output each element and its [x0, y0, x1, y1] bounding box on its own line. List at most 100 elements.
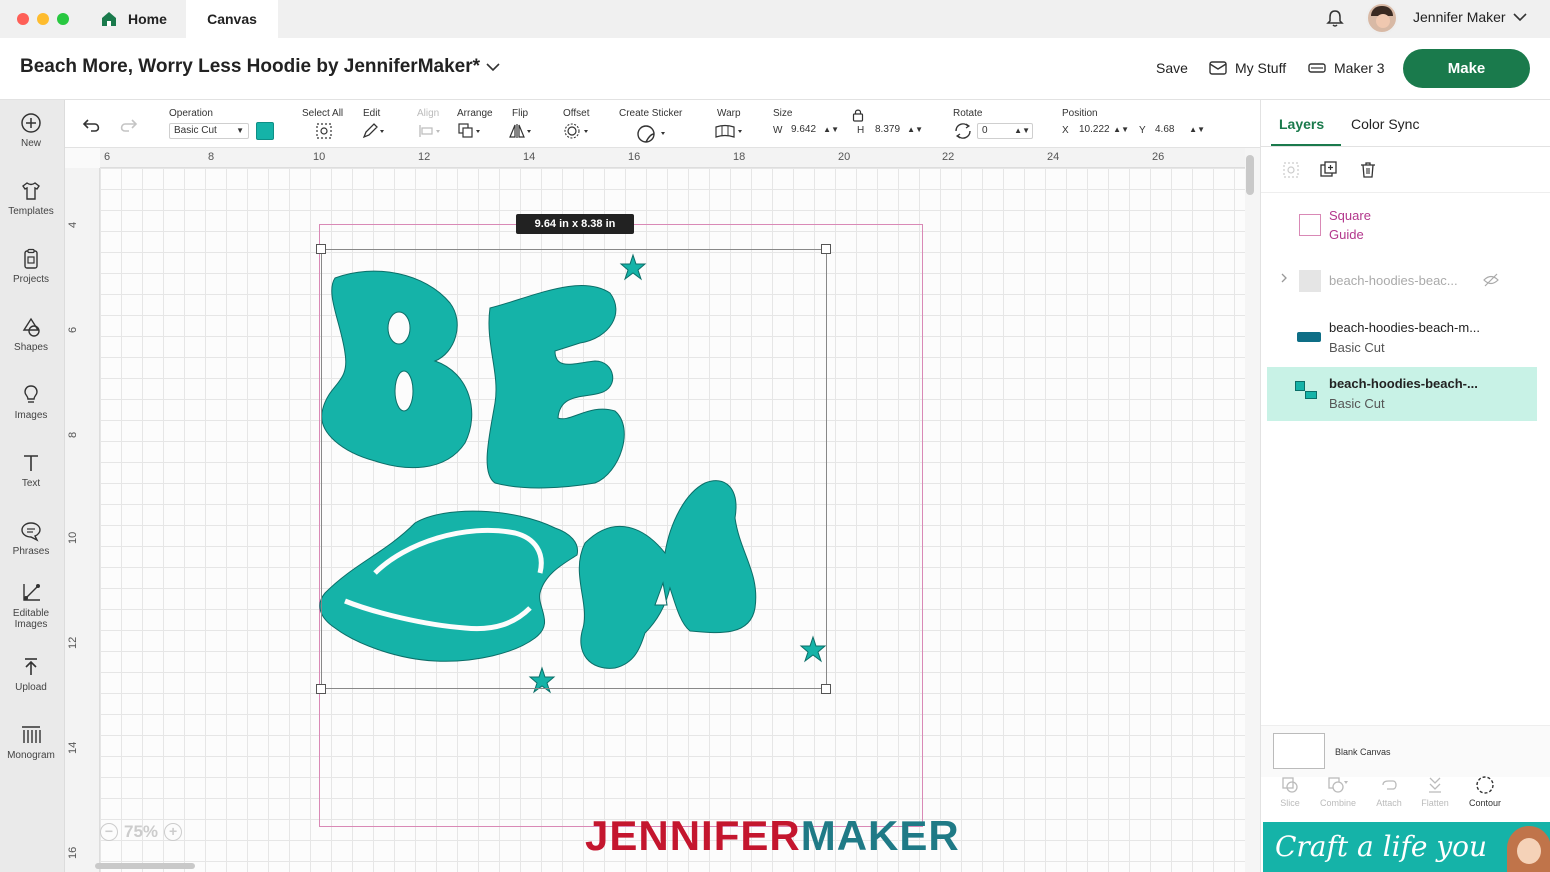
- layer-row[interactable]: beach-hoodies-beach-m... Basic Cut: [1267, 314, 1537, 368]
- align-icon[interactable]: [417, 122, 443, 140]
- y-label: Y: [1139, 125, 1146, 136]
- height-label: H: [857, 125, 865, 136]
- attach-button[interactable]: Attach: [1364, 775, 1414, 808]
- duplicate-icon[interactable]: [1319, 160, 1339, 180]
- project-title-text: Beach More, Worry Less Hoodie by Jennife…: [20, 56, 481, 77]
- images-label: Images: [14, 410, 48, 421]
- width-label: W: [773, 125, 783, 136]
- square-guide-thumbnail: [1299, 214, 1321, 236]
- phrases-button[interactable]: Phrases: [0, 520, 62, 557]
- new-button[interactable]: New: [0, 112, 62, 149]
- machine-button[interactable]: Maker 3: [1308, 60, 1385, 76]
- banner-text: Craft a life you love: [1275, 830, 1488, 863]
- sticker-icon[interactable]: [635, 124, 669, 144]
- templates-button[interactable]: Templates: [0, 180, 62, 217]
- zoom-in-button[interactable]: +: [164, 823, 183, 841]
- bell-icon[interactable]: [1325, 8, 1345, 28]
- layer-row-selected[interactable]: beach-hoodies-beach-... Basic Cut: [1267, 367, 1537, 421]
- stepper-icon[interactable]: ▲▼: [1113, 123, 1129, 137]
- chevron-right-icon[interactable]: [1279, 272, 1289, 284]
- redo-icon[interactable]: [117, 116, 139, 134]
- x-label: X: [1062, 125, 1069, 136]
- stepper-icon[interactable]: ▲▼: [1189, 123, 1205, 137]
- user-name[interactable]: Jennifer Maker: [1413, 9, 1506, 25]
- tab-color-sync[interactable]: Color Sync: [1351, 116, 1419, 132]
- stepper-icon[interactable]: ▲▼: [907, 123, 923, 137]
- flatten-button[interactable]: Flatten: [1410, 775, 1460, 808]
- tab-layers[interactable]: Layers: [1279, 116, 1324, 132]
- rotate-input[interactable]: 0 ▲▼: [977, 123, 1033, 139]
- make-button[interactable]: Make: [1403, 49, 1530, 88]
- resize-handle[interactable]: [316, 244, 326, 254]
- minimize-window-button[interactable]: [37, 13, 49, 25]
- offset-label: Offset: [563, 108, 590, 119]
- tab-home[interactable]: Home: [100, 0, 167, 38]
- contour-icon: [1476, 776, 1494, 794]
- layer-row[interactable]: Square Guide: [1267, 200, 1537, 254]
- size-label: Size: [773, 108, 793, 119]
- resize-handle[interactable]: [316, 684, 326, 694]
- design-canvas[interactable]: 6 8 10 12 14 16 18 20 22 24 26 4 6 8 10 …: [65, 148, 1245, 872]
- operation-value: Basic Cut: [174, 125, 217, 136]
- hidden-eye-icon[interactable]: [1483, 273, 1499, 287]
- images-button[interactable]: Images: [0, 384, 62, 421]
- flip-icon[interactable]: [508, 122, 534, 140]
- avatar[interactable]: [1366, 2, 1398, 34]
- stepper-icon[interactable]: ▲▼: [823, 123, 839, 137]
- y-input[interactable]: 4.68 ▲▼: [1151, 123, 1207, 139]
- shapes-button[interactable]: Shapes: [0, 316, 62, 353]
- width-input[interactable]: 9.642 ▲▼: [787, 123, 841, 139]
- trash-icon[interactable]: [1358, 160, 1378, 180]
- blank-canvas-label: Blank Canvas: [1335, 747, 1391, 757]
- layer-row[interactable]: beach-hoodies-beac...: [1267, 252, 1537, 306]
- select-all-icon[interactable]: [315, 122, 333, 140]
- contour-button[interactable]: Contour: [1460, 775, 1510, 808]
- combine-button[interactable]: Combine: [1313, 775, 1363, 808]
- dropdown-arrow-icon: ▼: [236, 126, 244, 135]
- my-stuff-button[interactable]: My Stuff: [1209, 60, 1286, 76]
- upload-icon: [25, 658, 37, 675]
- rotate-icon[interactable]: [953, 122, 973, 140]
- resize-handle[interactable]: [821, 244, 831, 254]
- ruler-left: 4 6 8 10 12 14 16: [65, 168, 100, 872]
- tab-canvas-label: Canvas: [207, 11, 257, 27]
- editable-images-button[interactable]: Editable Images: [0, 582, 62, 630]
- arrange-icon[interactable]: [457, 122, 483, 140]
- slice-button[interactable]: Slice: [1265, 775, 1315, 808]
- vertical-scrollbar[interactable]: [1246, 155, 1254, 195]
- lock-icon[interactable]: [852, 108, 864, 122]
- slice-label: Slice: [1280, 798, 1300, 808]
- horizontal-scrollbar[interactable]: [95, 863, 195, 869]
- save-button[interactable]: Save: [1156, 60, 1188, 76]
- upload-button[interactable]: Upload: [0, 656, 62, 693]
- zoom-out-button[interactable]: −: [100, 823, 118, 841]
- maximize-window-button[interactable]: [57, 13, 69, 25]
- ruler-tick: 12: [418, 151, 431, 163]
- chevron-down-icon[interactable]: [1513, 12, 1527, 22]
- flip-label: Flip: [512, 108, 529, 119]
- undo-icon[interactable]: [81, 116, 103, 134]
- shapes-label: Shapes: [14, 342, 48, 353]
- operation-color-swatch[interactable]: [256, 122, 274, 140]
- projects-button[interactable]: Projects: [0, 248, 62, 285]
- divider: [1261, 192, 1550, 193]
- phrases-label: Phrases: [12, 546, 50, 557]
- tab-canvas[interactable]: Canvas: [186, 0, 278, 38]
- group-icon[interactable]: [1281, 160, 1301, 180]
- project-title[interactable]: Beach More, Worry Less Hoodie by Jennife…: [20, 56, 500, 78]
- resize-handle[interactable]: [821, 684, 831, 694]
- ruler-tick: 8: [208, 151, 215, 163]
- ruler-tick: 16: [67, 846, 79, 859]
- height-input[interactable]: 8.379 ▲▼: [871, 123, 925, 139]
- x-input[interactable]: 10.222 ▲▼: [1075, 123, 1131, 139]
- edit-icon[interactable]: [361, 122, 387, 140]
- text-button[interactable]: Text: [0, 452, 62, 489]
- offset-icon[interactable]: [563, 122, 591, 140]
- text-label: Text: [21, 478, 41, 489]
- warp-icon[interactable]: [714, 122, 748, 140]
- monogram-button[interactable]: Monogram: [0, 724, 62, 761]
- operation-select[interactable]: Basic Cut ▼: [169, 123, 249, 139]
- stepper-icon[interactable]: ▲▼: [1014, 124, 1030, 138]
- close-window-button[interactable]: [17, 13, 29, 25]
- blank-canvas-row[interactable]: Blank Canvas: [1261, 725, 1550, 777]
